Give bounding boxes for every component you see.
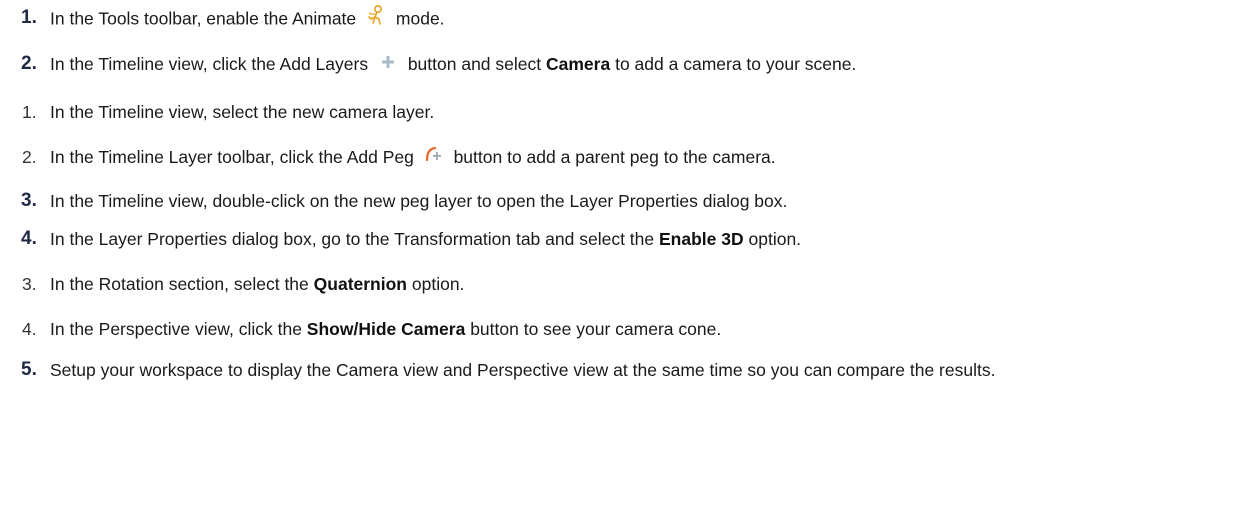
add-peg-icon (423, 143, 445, 169)
step-number: 1. (22, 102, 37, 122)
instruction-steps: 1. In the Tools toolbar, enable the Anim… (0, 0, 1235, 525)
step-text: In the Perspective view, click the Show/… (50, 319, 722, 339)
step-text: In the Timeline view, double-click on th… (50, 191, 788, 211)
step-text: Setup your workspace to display the Came… (50, 360, 996, 380)
step-text: In the Timeline view, select the new cam… (50, 102, 435, 122)
step-text: In the Timeline Layer toolbar, click the… (50, 145, 776, 171)
step-number: 5. (21, 359, 37, 380)
step-text: In the Layer Properties dialog box, go t… (50, 229, 802, 249)
step-text: In the Timeline view, click the Add Laye… (50, 52, 856, 77)
add-layers-icon (377, 51, 399, 75)
step-number: 4. (21, 228, 37, 249)
step-number: 2. (22, 147, 37, 167)
animate-icon (365, 4, 387, 32)
step-number: 1. (21, 7, 37, 28)
step-number: 2. (21, 53, 37, 74)
step-number: 3. (22, 274, 37, 294)
step-text: In the Tools toolbar, enable the Animate… (50, 4, 445, 34)
step-number: 3. (21, 190, 37, 211)
step-number: 4. (22, 319, 37, 339)
step-text: In the Rotation section, select the Quat… (50, 274, 465, 294)
step-setup-workspace: 5. Setup your workspace to display the C… (0, 358, 1225, 382)
